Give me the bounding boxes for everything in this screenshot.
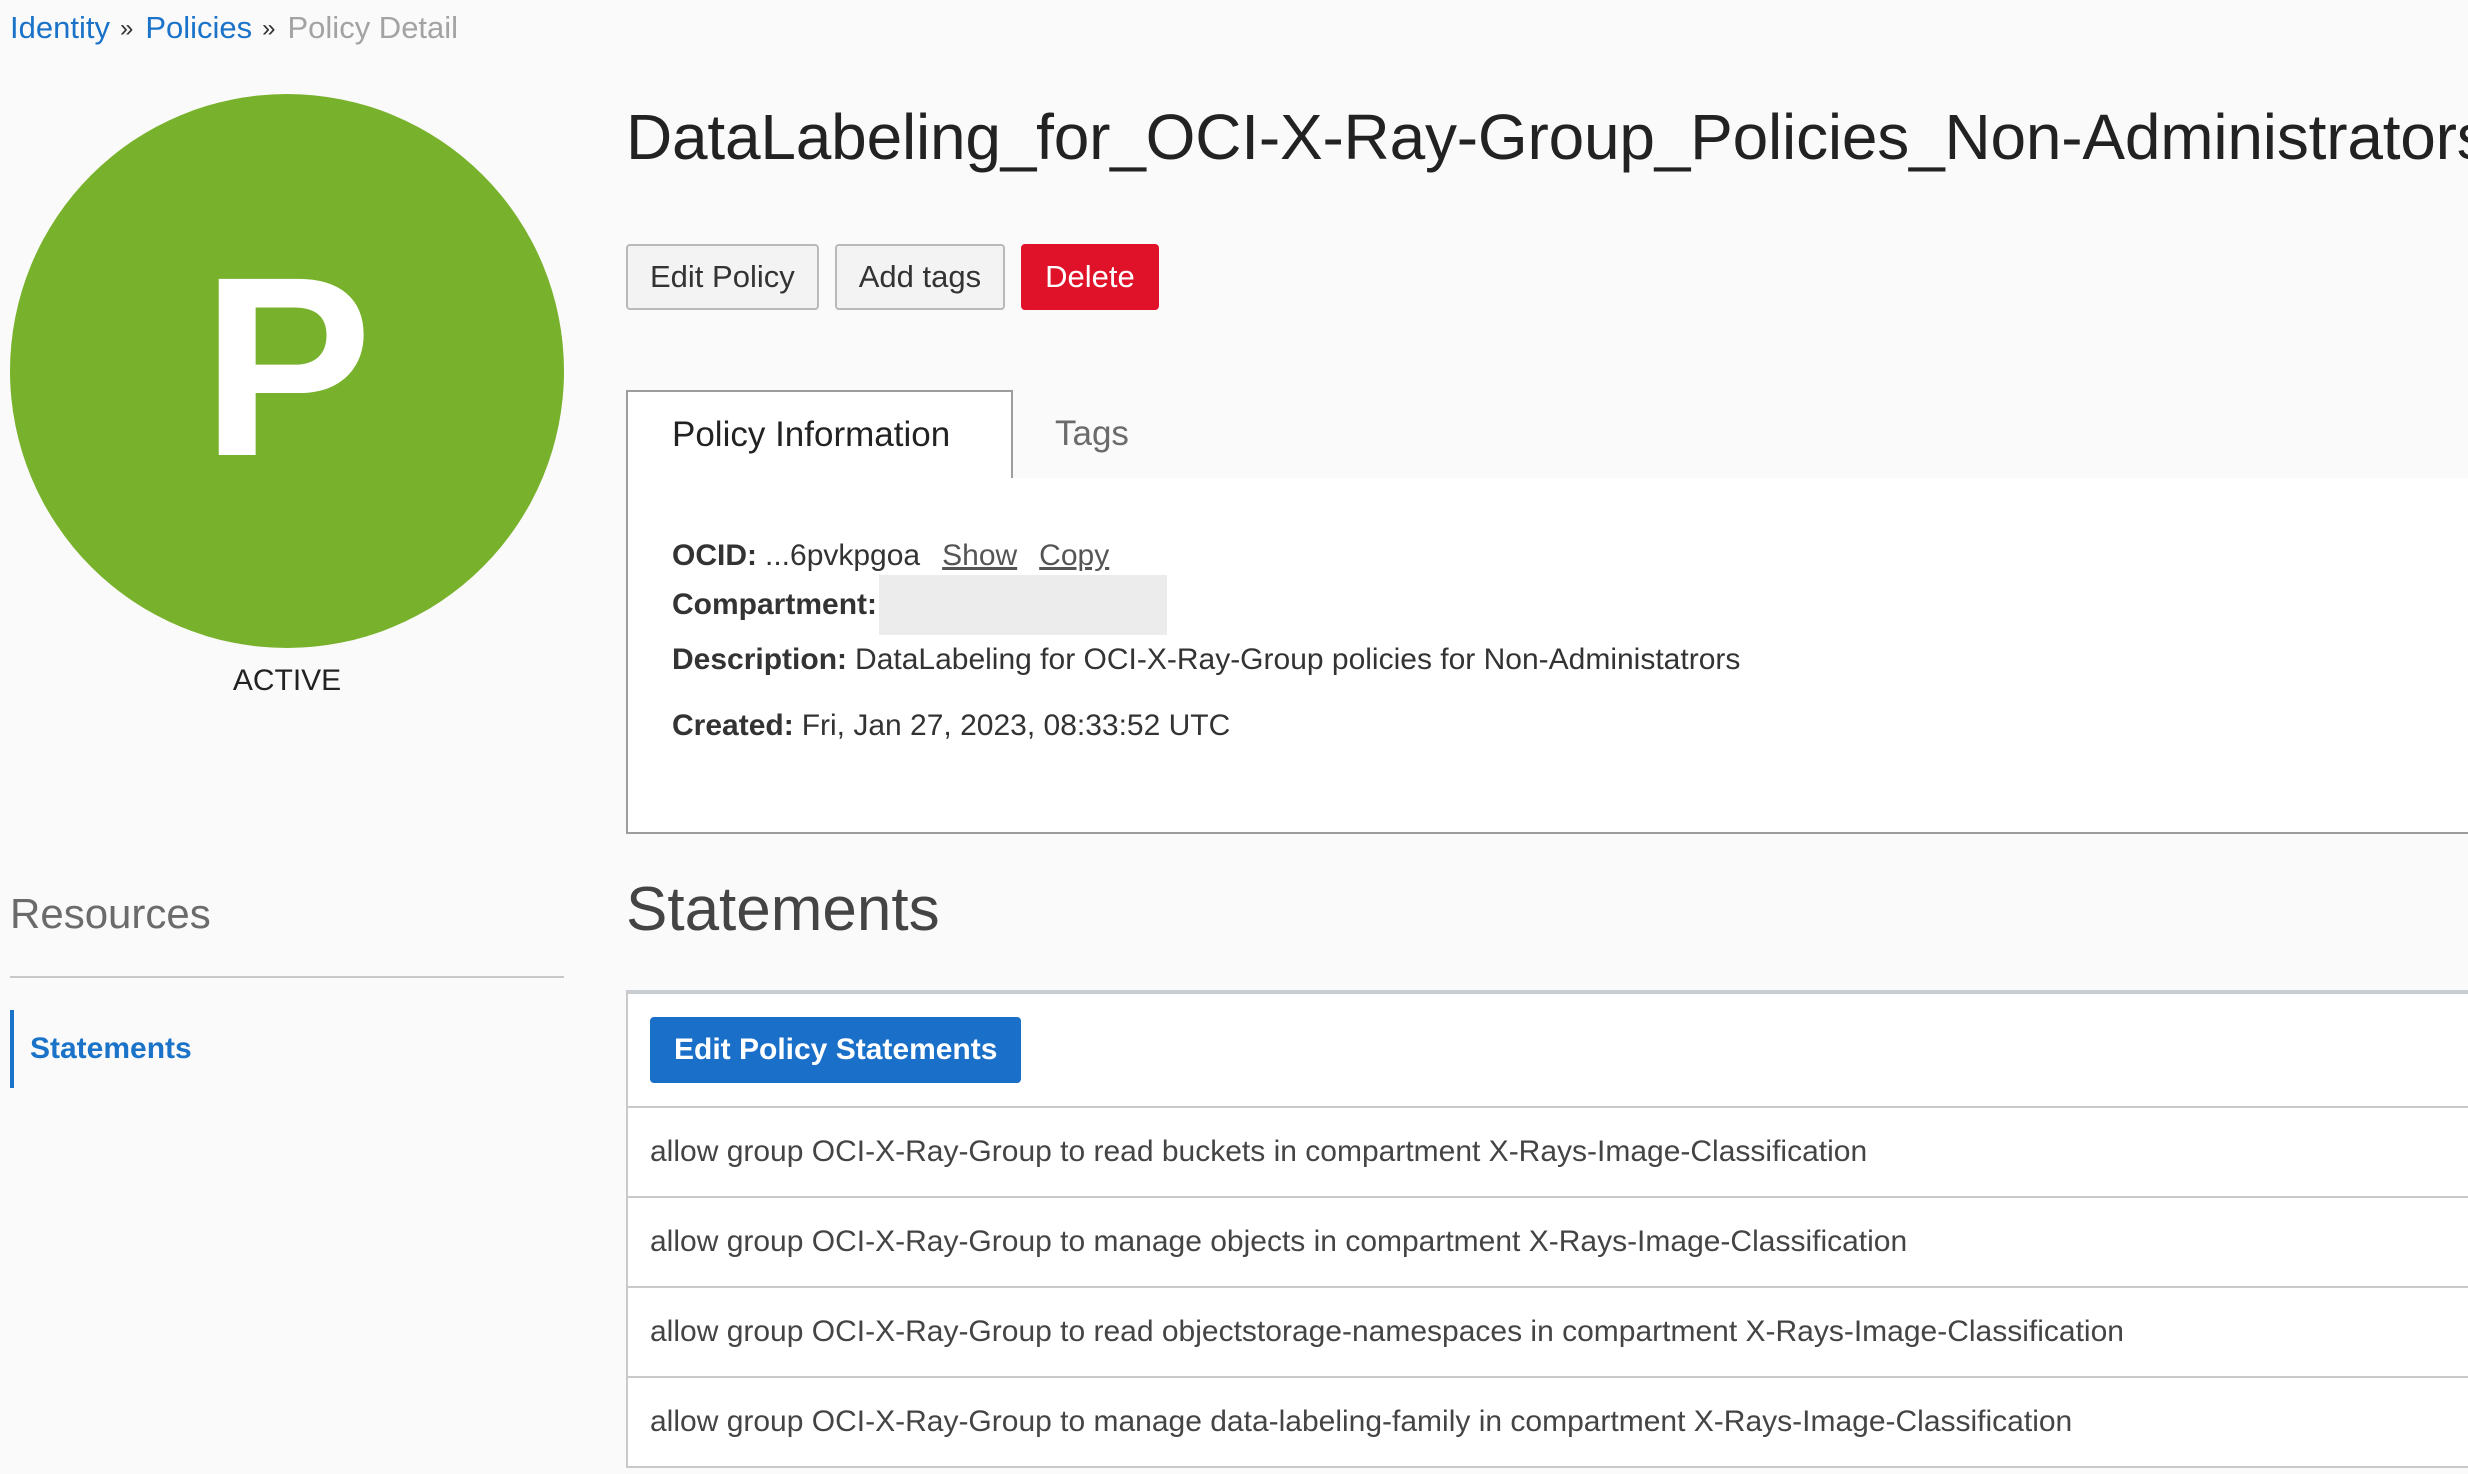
statements-table: Edit Policy Statements allow group OCI-X… (626, 990, 2468, 1468)
tab-policy-information[interactable]: Policy Information (626, 390, 1013, 480)
resources-divider (10, 976, 564, 978)
description-label: Description: (672, 643, 848, 676)
ocid-copy-link[interactable]: Copy (1039, 539, 1109, 573)
status-label: ACTIVE (232, 664, 342, 697)
table-row: allow group OCI-X-Ray-Group to manage da… (628, 1378, 2468, 1468)
table-row: allow group OCI-X-Ray-Group to manage ob… (628, 1198, 2468, 1288)
compartment-value-redacted (879, 575, 1168, 635)
delete-button[interactable]: Delete (1021, 244, 1159, 310)
tab-bar: Policy Information Tags (626, 390, 2468, 480)
policy-avatar: P (10, 94, 564, 648)
sidebar-item-statements[interactable]: Statements (10, 1010, 192, 1088)
breadcrumb-current: Policy Detail (287, 10, 459, 45)
description-value: DataLabeling for OCI-X-Ray-Group policie… (855, 643, 1741, 676)
breadcrumb-separator: » (119, 15, 134, 42)
ocid-value: ...6pvkpgoa (765, 539, 921, 572)
statements-toolbar: Edit Policy Statements (628, 994, 2468, 1108)
edit-policy-statements-button[interactable]: Edit Policy Statements (650, 1017, 1022, 1083)
created-label: Created: (672, 709, 794, 742)
action-bar: Edit Policy Add tags Delete (626, 244, 1159, 310)
policy-info-panel: OCID: ...6pvkpgoa Show Copy Compartment:… (626, 478, 2468, 834)
page-title: DataLabeling_for_OCI-X-Ray-Group_Policie… (626, 101, 2468, 173)
compartment-label: Compartment: (672, 588, 878, 621)
table-row: allow group OCI-X-Ray-Group to read obje… (628, 1288, 2468, 1378)
add-tags-button[interactable]: Add tags (834, 244, 1006, 310)
ocid-row: OCID: ...6pvkpgoa Show Copy (672, 534, 1109, 578)
breadcrumb-link-policies[interactable]: Policies (145, 10, 252, 45)
avatar-letter: P (201, 224, 373, 510)
table-row: allow group OCI-X-Ray-Group to read buck… (628, 1108, 2468, 1198)
compartment-row: Compartment: (672, 574, 1168, 636)
statements-title: Statements (626, 875, 940, 944)
ocid-show-link[interactable]: Show (942, 539, 1017, 573)
breadcrumb-separator: » (262, 15, 276, 42)
breadcrumb-link-identity[interactable]: Identity (10, 10, 110, 45)
resources-title: Resources (10, 890, 211, 937)
breadcrumb: Identity » Policies » Policy Detail (10, 8, 458, 51)
created-value: Fri, Jan 27, 2023, 08:33:52 UTC (801, 709, 1231, 742)
ocid-label: OCID: (672, 539, 757, 572)
tab-tags[interactable]: Tags (1013, 390, 1129, 478)
created-row: Created: Fri, Jan 27, 2023, 08:33:52 UTC (672, 704, 1230, 748)
description-row: Description: DataLabeling for OCI-X-Ray-… (672, 638, 1740, 682)
edit-policy-button[interactable]: Edit Policy (626, 244, 819, 310)
